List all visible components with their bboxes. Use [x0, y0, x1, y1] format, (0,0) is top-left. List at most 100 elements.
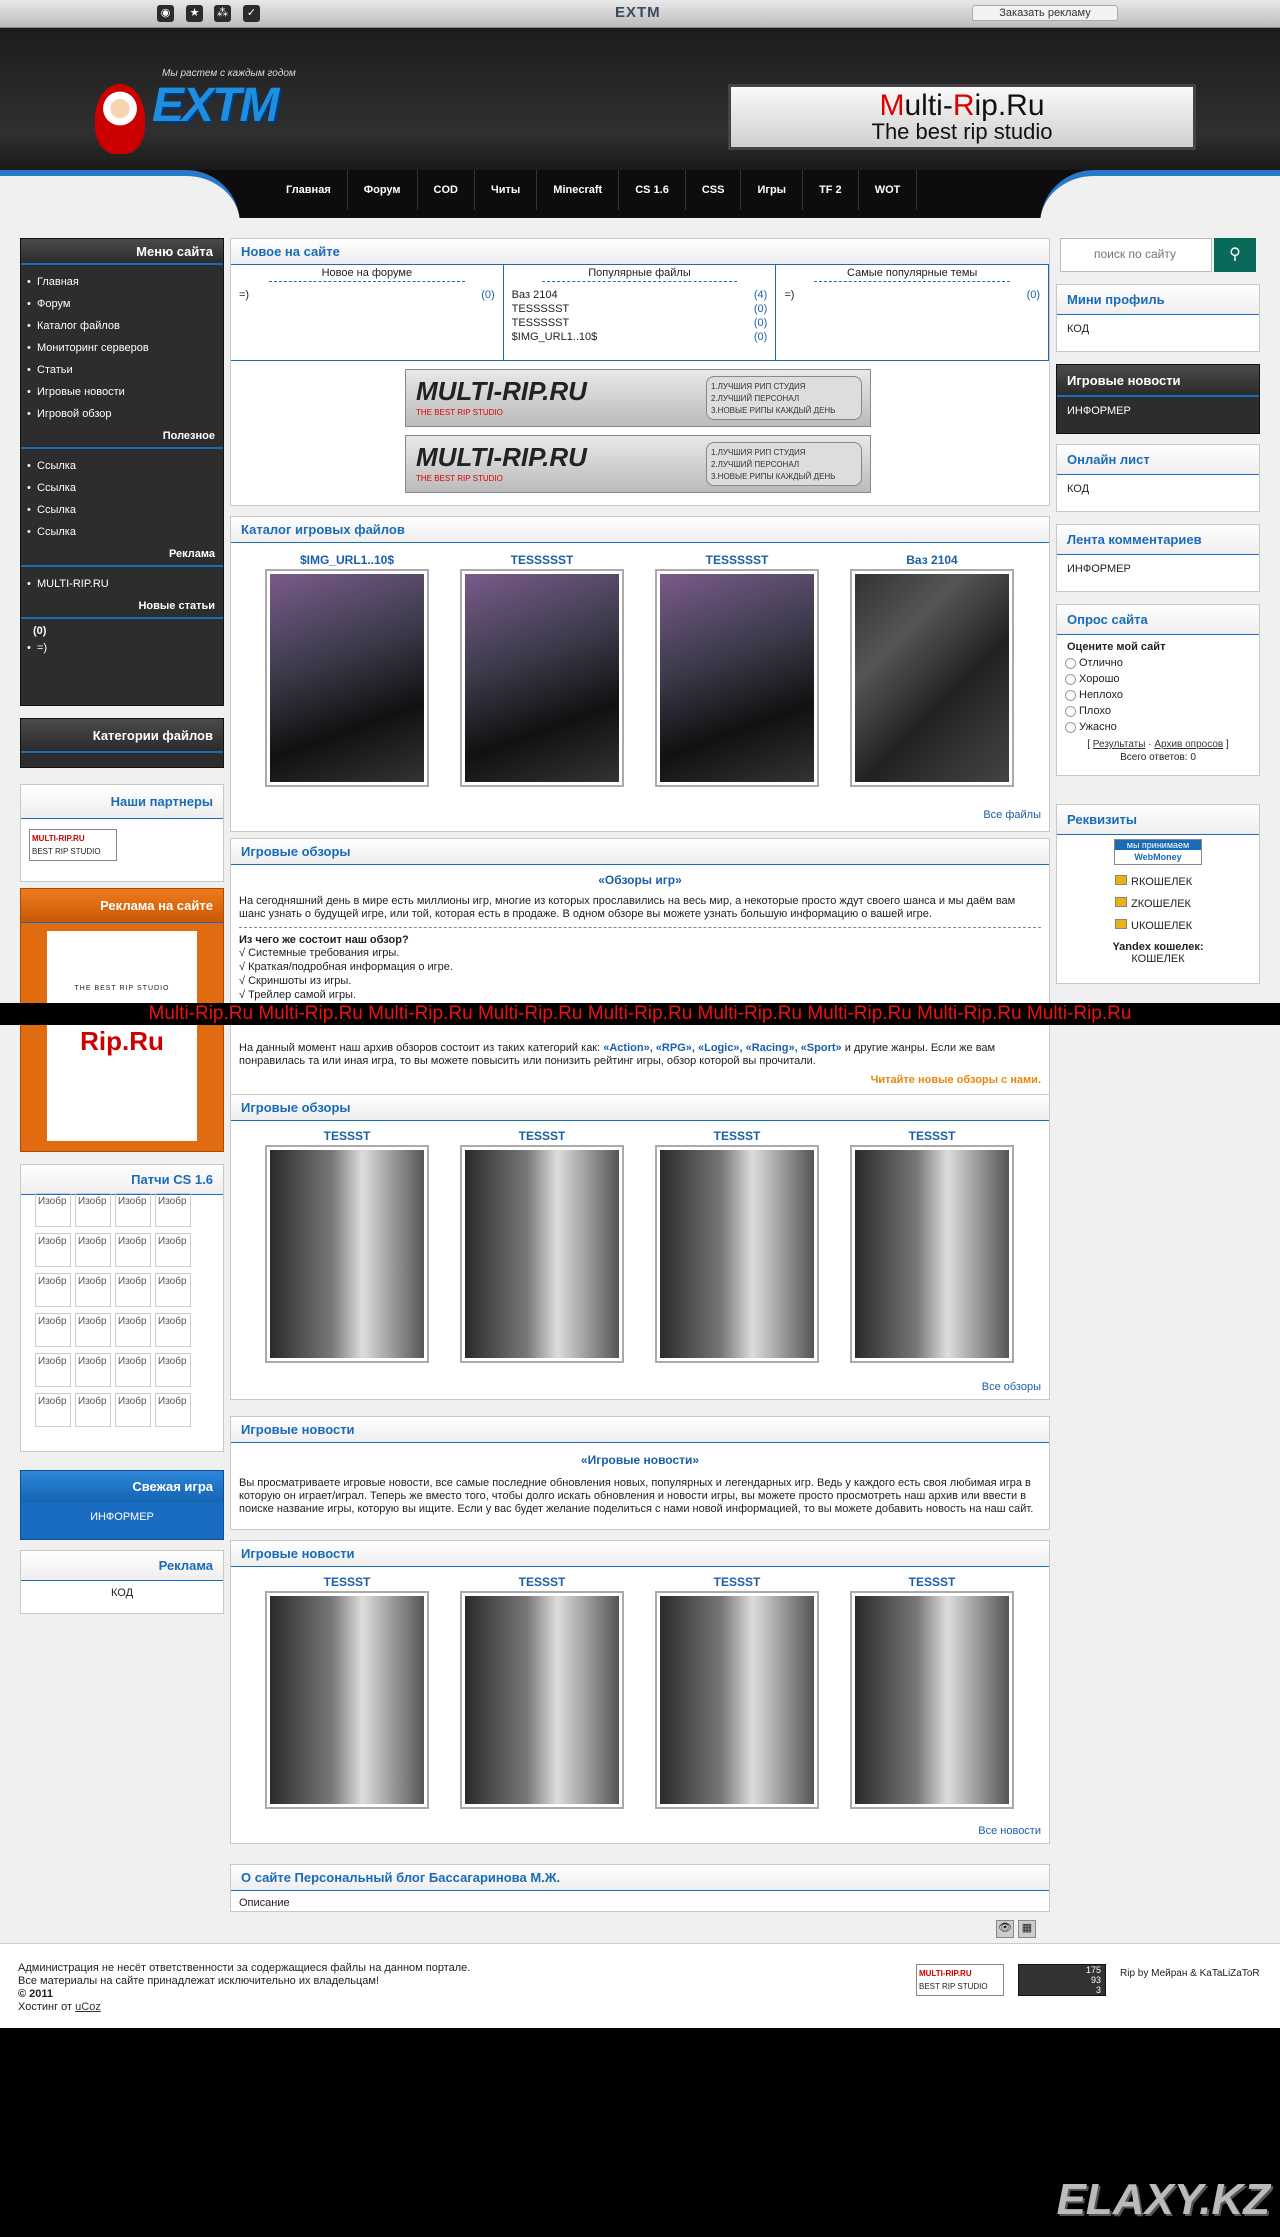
- nav-item-3[interactable]: Читы: [475, 170, 538, 210]
- thumb-title[interactable]: Ваз 2104: [850, 553, 1014, 567]
- nav-item-6[interactable]: CSS: [686, 170, 742, 210]
- poll-option[interactable]: Неплохо: [1057, 687, 1259, 703]
- poll-option[interactable]: Хорошо: [1057, 671, 1259, 687]
- thumb-card[interactable]: [460, 1591, 624, 1809]
- patch-thumb[interactable]: Изобр: [35, 1393, 71, 1427]
- all-reviews-link[interactable]: Все обзоры: [982, 1381, 1041, 1393]
- eye-icon[interactable]: 👁: [996, 1920, 1014, 1938]
- menu-item[interactable]: Игровой обзор: [21, 403, 223, 425]
- multirip-banner-2[interactable]: MULTI-RIP.RU THE BEST RIP STUDIO 1.ЛУЧШИЯ …: [405, 435, 871, 493]
- thumb-card[interactable]: [460, 569, 624, 787]
- nav-item-7[interactable]: Игры: [741, 170, 804, 210]
- patch-thumb[interactable]: Изобр: [35, 1273, 71, 1307]
- menu-item[interactable]: Мониторинг серверов: [21, 337, 223, 359]
- footer-banner[interactable]: MULTI-RIP.RU BEST RIP STUDIO: [916, 1964, 1004, 1996]
- thumb-title[interactable]: TESSST: [265, 1575, 429, 1589]
- menu-item[interactable]: Форум: [21, 293, 223, 315]
- thumb-title[interactable]: TESSSSST: [655, 553, 819, 567]
- menu-item[interactable]: Каталог файлов: [21, 315, 223, 337]
- useful-item[interactable]: Ссылка: [21, 455, 223, 477]
- patch-thumb[interactable]: Изобр: [75, 1353, 111, 1387]
- order-ad-button[interactable]: Заказать рекламу: [972, 5, 1118, 21]
- top-logo[interactable]: EXTM: [615, 4, 661, 21]
- thumb-card[interactable]: [850, 1591, 1014, 1809]
- new-item[interactable]: TESSSSST (0): [512, 316, 768, 330]
- header-banner[interactable]: Multi-Rip.Ru The best rip studio: [728, 84, 1196, 150]
- patch-thumb[interactable]: Изобр: [35, 1233, 71, 1267]
- nav-item-1[interactable]: Форум: [348, 170, 418, 210]
- rss-icon[interactable]: ◉: [157, 5, 174, 22]
- search-button[interactable]: ⚲: [1214, 238, 1256, 272]
- site-logo[interactable]: Мы растем с каждым годом EXTM: [90, 48, 320, 158]
- useful-item[interactable]: Ссылка: [21, 477, 223, 499]
- all-files-link[interactable]: Все файлы: [983, 809, 1041, 821]
- thumb-card[interactable]: [265, 1145, 429, 1363]
- thumb-title[interactable]: TESSSSST: [460, 553, 624, 567]
- thumb-title[interactable]: TESSST: [850, 1575, 1014, 1589]
- patch-thumb[interactable]: Изобр: [35, 1353, 71, 1387]
- search-input[interactable]: [1061, 239, 1209, 269]
- thumb-title[interactable]: $IMG_URL1..10$: [265, 553, 429, 567]
- thumb-title[interactable]: TESSST: [655, 1129, 819, 1143]
- patch-thumb[interactable]: Изобр: [75, 1393, 111, 1427]
- thumb-card[interactable]: [850, 1145, 1014, 1363]
- thumb-card[interactable]: [850, 569, 1014, 787]
- thumb-card[interactable]: [265, 569, 429, 787]
- webmoney-badge[interactable]: мы принимаем WebMoney: [1114, 839, 1202, 865]
- advert-banner[interactable]: THE BEST RIP STUDIO Multi-Rip.Ru: [47, 931, 197, 1141]
- nav-item-9[interactable]: WOT: [859, 170, 918, 210]
- menu-item[interactable]: Игровые новости: [21, 381, 223, 403]
- grid-icon[interactable]: ▦: [1018, 1920, 1036, 1938]
- patch-thumb[interactable]: Изобр: [115, 1273, 151, 1307]
- poll-option[interactable]: Отлично: [1057, 655, 1259, 671]
- useful-item[interactable]: Ссылка: [21, 499, 223, 521]
- patch-thumb[interactable]: Изобр: [75, 1273, 111, 1307]
- checkmark-icon[interactable]: ✓: [243, 5, 260, 22]
- thumb-card[interactable]: [265, 1591, 429, 1809]
- ucoz-link[interactable]: uCoz: [75, 2001, 101, 2013]
- thumb-title[interactable]: TESSST: [850, 1129, 1014, 1143]
- partner-banner[interactable]: MULTI-RIP.RU BEST RIP STUDIO: [29, 829, 117, 861]
- patch-thumb[interactable]: Изобр: [115, 1353, 151, 1387]
- patch-thumb[interactable]: Изобр: [155, 1233, 191, 1267]
- thumb-card[interactable]: [655, 1591, 819, 1809]
- poll-option[interactable]: Ужасно: [1057, 719, 1259, 735]
- nav-item-8[interactable]: TF 2: [803, 170, 859, 210]
- useful-item[interactable]: Ссылка: [21, 521, 223, 543]
- patch-thumb[interactable]: Изобр: [115, 1313, 151, 1347]
- patch-thumb[interactable]: Изобр: [115, 1393, 151, 1427]
- patch-thumb[interactable]: Изобр: [115, 1233, 151, 1267]
- new-item[interactable]: =) (0): [784, 288, 1040, 302]
- nav-item-0[interactable]: Главная: [270, 170, 348, 210]
- patch-thumb[interactable]: Изобр: [75, 1313, 111, 1347]
- nav-item-2[interactable]: COD: [418, 170, 475, 210]
- patch-thumb[interactable]: Изобр: [155, 1393, 191, 1427]
- reviews-more-link[interactable]: Читайте новые обзоры с нами.: [231, 1068, 1049, 1092]
- thumb-card[interactable]: [655, 569, 819, 787]
- patch-thumb[interactable]: Изобр: [75, 1233, 111, 1267]
- patch-thumb[interactable]: Изобр: [155, 1353, 191, 1387]
- thumb-card[interactable]: [460, 1145, 624, 1363]
- thumb-title[interactable]: TESSST: [460, 1129, 624, 1143]
- patch-thumb[interactable]: Изобр: [115, 1193, 151, 1227]
- thumb-title[interactable]: TESSST: [460, 1575, 624, 1589]
- new-article-item[interactable]: =): [21, 637, 223, 659]
- new-item[interactable]: Ваз 2104 (4): [512, 288, 768, 302]
- poll-results-link[interactable]: Результаты: [1093, 739, 1146, 750]
- poll-option[interactable]: Плохо: [1057, 703, 1259, 719]
- patch-thumb[interactable]: Изобр: [35, 1193, 71, 1227]
- menu-item[interactable]: Главная: [21, 271, 223, 293]
- patch-thumb[interactable]: Изобр: [75, 1193, 111, 1227]
- thumb-title[interactable]: TESSST: [655, 1575, 819, 1589]
- nav-item-5[interactable]: CS 1.6: [619, 170, 686, 210]
- star-icon[interactable]: ★: [186, 5, 203, 22]
- nav-item-4[interactable]: Minecraft: [537, 170, 620, 210]
- visit-counter[interactable]: 175 93 3: [1018, 1964, 1106, 1996]
- poll-archive-link[interactable]: Архив опросов: [1154, 739, 1223, 750]
- patch-thumb[interactable]: Изобр: [155, 1193, 191, 1227]
- patch-thumb[interactable]: Изобр: [155, 1313, 191, 1347]
- patch-thumb[interactable]: Изобр: [155, 1273, 191, 1307]
- new-item[interactable]: $IMG_URL1..10$ (0): [512, 330, 768, 344]
- new-item[interactable]: TESSSSST (0): [512, 302, 768, 316]
- menu-item[interactable]: Статьи: [21, 359, 223, 381]
